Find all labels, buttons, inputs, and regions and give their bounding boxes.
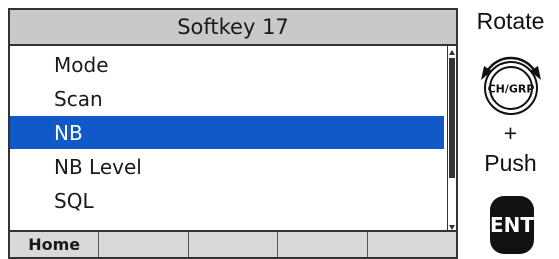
knob-label: CH/GRP: [488, 83, 535, 96]
menu-item-nb-level[interactable]: NB Level: [10, 150, 444, 183]
radio-display: Softkey 17 Mode Scan NB NB Level SQL Hom…: [8, 8, 458, 259]
title-bar: Softkey 17: [10, 10, 456, 46]
menu-item-mode[interactable]: Mode: [10, 48, 444, 81]
screen-title: Softkey 17: [177, 15, 289, 39]
softkey-5[interactable]: [368, 232, 456, 257]
push-label: Push: [484, 150, 537, 176]
menu-item-sql[interactable]: SQL: [10, 184, 444, 217]
softkey-4[interactable]: [278, 232, 368, 257]
menu-item-scan[interactable]: Scan: [10, 82, 444, 115]
rotate-label: Rotate: [476, 8, 545, 34]
menu-item-label: Scan: [54, 86, 103, 111]
menu-item-label: NB: [54, 120, 83, 145]
softkey-label: Home: [28, 235, 81, 254]
rotary-knob-icon: CH/GRP: [481, 56, 541, 115]
control-panel: Rotate CH/GRP + Push ENT: [462, 0, 559, 259]
scroll-thumb[interactable]: [449, 58, 455, 178]
softkey-home[interactable]: Home: [10, 232, 100, 257]
menu-item-label: SQL: [54, 188, 94, 213]
menu-item-nb[interactable]: NB: [10, 116, 444, 149]
plus-sign: +: [503, 120, 518, 146]
scrollbar[interactable]: [447, 46, 456, 234]
menu-list: Mode Scan NB NB Level SQL: [10, 46, 450, 234]
menu-item-label: NB Level: [54, 154, 142, 179]
ent-button[interactable]: ENT: [490, 196, 534, 254]
softkey-2[interactable]: [99, 232, 189, 257]
menu-item-label: Mode: [54, 52, 109, 77]
ch-grp-knob[interactable]: CH/GRP: [476, 44, 546, 118]
softkey-bar: Home: [10, 230, 456, 257]
scroll-up-arrow-icon: [449, 50, 455, 55]
ent-button-label: ENT: [489, 213, 535, 237]
softkey-3[interactable]: [189, 232, 279, 257]
